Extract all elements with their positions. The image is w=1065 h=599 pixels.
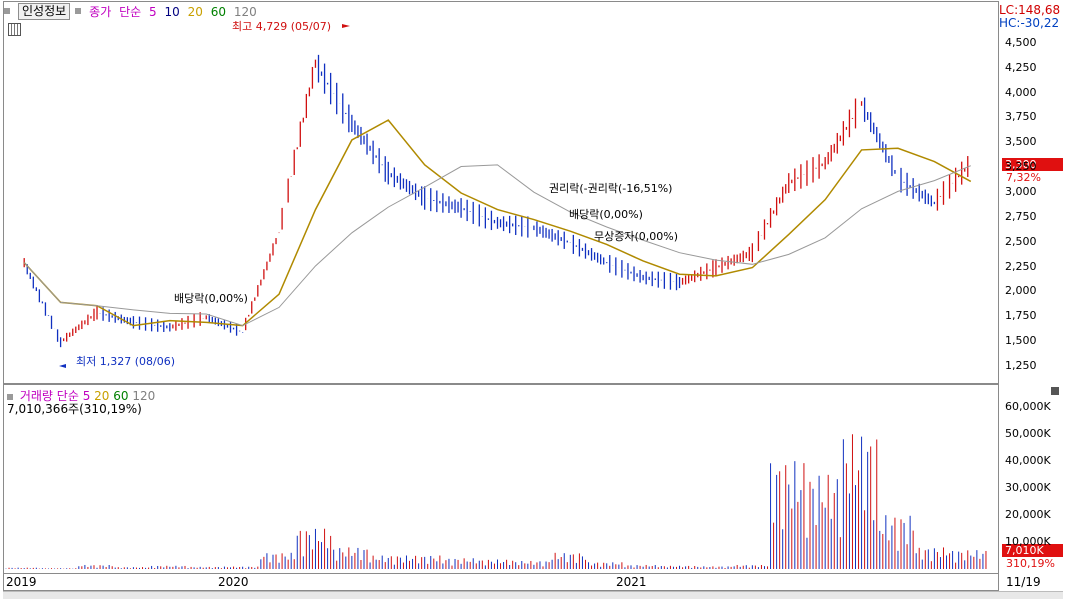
grid-icon[interactable] [8, 23, 21, 36]
price-tick-label: 3,000 [1005, 185, 1037, 199]
date-label-2019: 2019 [6, 575, 37, 589]
volume-tick-label: 20,000K [1005, 508, 1051, 522]
high-annotation: 최고 4,729 (05/07) [232, 20, 331, 33]
price-label: 종가 [89, 4, 112, 19]
ma-10-label: 10 [164, 4, 180, 19]
price-pane[interactable]: 최고 4,729 (05/07) 최저 1,327 (08/06) 배당락(0,00… [3, 1, 999, 384]
volume-pane[interactable] [3, 384, 999, 574]
volume-tick-label: 10,000K [1005, 535, 1051, 549]
dividend-annotation-1: 배당락(0,00%) [174, 292, 248, 305]
price-tick-label: 2,250 [1005, 259, 1037, 273]
date-axis: 2019 2020 2021 [3, 573, 999, 591]
volume-indicator-icon[interactable] [7, 393, 13, 400]
price-tick-label: 2,500 [1005, 234, 1037, 248]
price-indicator-icon[interactable] [75, 8, 82, 14]
ma-120-label: 120 [233, 4, 257, 19]
price-tick-label: 1,750 [1005, 309, 1037, 323]
price-tick-label: 4,250 [1005, 60, 1037, 74]
info-button[interactable]: 인성정보 [18, 2, 71, 20]
chart-toolbar: 인성정보 종가 단순 5 10 20 60 120 [4, 2, 261, 20]
price-tick-label: 3,250 [1005, 160, 1037, 174]
dividend-annotation-2: 배당락(0,00%) [569, 208, 643, 221]
volume-close-icon[interactable] [1051, 387, 1059, 395]
price-tick-label: 1,500 [1005, 334, 1037, 348]
volume-tick-label: 60,000K [1005, 400, 1051, 414]
ma-60-label: 60 [210, 4, 226, 19]
ma-5-label: 5 [149, 4, 157, 19]
price-tick-label: 4,000 [1005, 85, 1037, 99]
price-tick-label: 3,500 [1005, 135, 1037, 149]
price-tick-label: 4,500 [1005, 35, 1037, 49]
volume-tick-label: 40,000K [1005, 454, 1051, 468]
volume-tick-label: 50,000K [1005, 427, 1051, 441]
rights-annotation: 권리락(-권리락(-16,51%) [549, 182, 672, 195]
chart-window: 최고 4,729 (05/07) 최저 1,327 (08/06) 배당락(0,00… [0, 0, 1065, 599]
volume-summary: 7,010,366주(310,19%) [7, 402, 142, 416]
price-tick-label: 3,750 [1005, 110, 1037, 124]
ma-type: 단순 [119, 4, 142, 19]
price-legend: 종가 단순 5 10 20 60 120 [89, 3, 261, 20]
ma-120-line [23, 164, 971, 327]
ma-20-label: 20 [187, 4, 203, 19]
volume-current-pct: 310,19% [1006, 557, 1055, 570]
bonus-issue-annotation: 무상증자(0,00%) [594, 230, 678, 243]
low-arrow-icon [59, 364, 66, 368]
high-arrow-icon [342, 24, 350, 28]
volume-chart[interactable] [4, 385, 998, 573]
volume-tick-label: 30,000K [1005, 481, 1051, 495]
date-label-2020: 2020 [218, 575, 249, 589]
price-tick-label: 2,000 [1005, 284, 1037, 298]
lc-value: LC:148,68 [999, 3, 1061, 17]
price-tick-label: 1,250 [1005, 359, 1037, 373]
date-label-2021: 2021 [616, 575, 647, 589]
hc-value: HC:-30,22 [999, 16, 1060, 30]
date-axis-right: 11/19 [1006, 575, 1041, 589]
indicator-handle-icon[interactable] [4, 8, 10, 14]
price-chart[interactable]: 최고 4,729 (05/07) 최저 1,327 (08/06) 배당락(0,00… [4, 2, 998, 383]
low-annotation: 최저 1,327 (08/06) [76, 355, 175, 368]
price-tick-label: 2,750 [1005, 209, 1037, 223]
